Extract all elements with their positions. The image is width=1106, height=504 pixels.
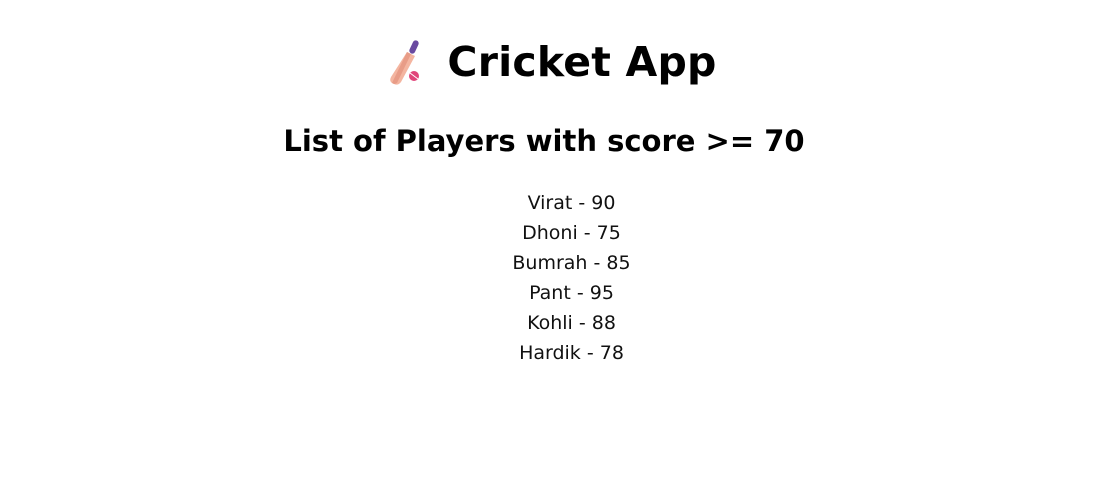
player-list-item: Virat - 90 (527, 192, 616, 214)
app-container: Cricket App List of Players with score >… (0, 0, 1106, 504)
player-list-item: Hardik - 78 (519, 342, 624, 364)
app-header: Cricket App (0, 30, 1106, 94)
player-list-item: Kohli - 88 (527, 312, 616, 334)
player-list-item: Pant - 95 (529, 282, 614, 304)
players-heading: List of Players with score >= 70 (283, 124, 805, 158)
player-list-item: Bumrah - 85 (512, 252, 631, 274)
cricket-bat-icon (383, 38, 427, 86)
player-list: Virat - 90 Dhoni - 75 Bumrah - 85 Pant -… (0, 188, 1106, 368)
player-list-item: Dhoni - 75 (522, 222, 621, 244)
app-title: Cricket App (447, 37, 717, 86)
